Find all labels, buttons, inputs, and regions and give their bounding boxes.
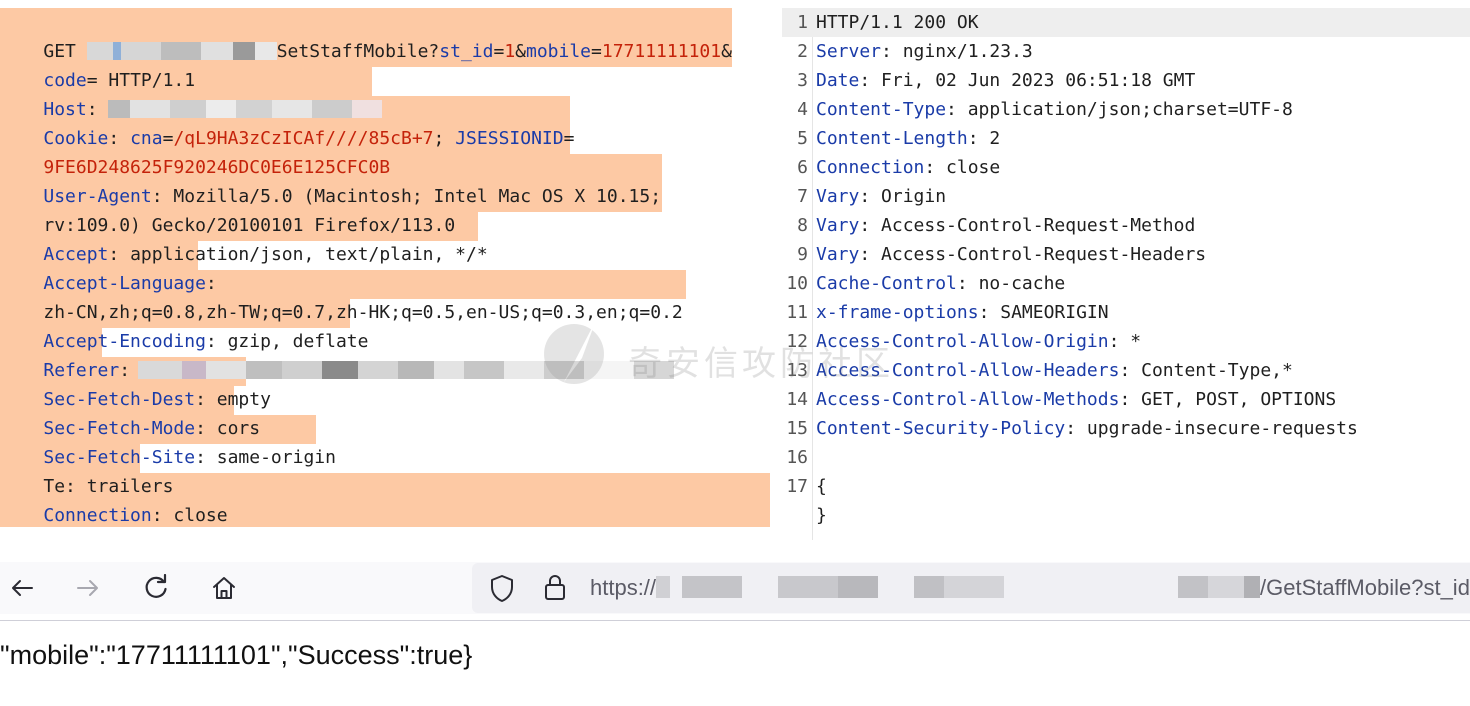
url-scheme: https:// [590,575,657,600]
line-number: 1 [797,12,808,33]
response-line: 4 Content-Type: application/json;charset=… [782,95,1293,124]
header-te: Te: trailers [43,476,174,497]
reload-button[interactable] [138,570,174,606]
response-line: 7 Vary: Origin [782,182,946,211]
header-sec-fetch-mode: Sec-Fetch-Mode: cors [43,418,261,439]
line-number: 16 [786,447,808,468]
header-user-agent: User-Agent: Mozilla/5.0 (Macintosh; Inte… [43,186,662,207]
line-number: 5 [797,128,808,149]
shield-icon[interactable] [488,573,516,603]
response-line: 5 Content-Length: 2 [782,124,1000,153]
query-key-mobile: mobile [526,41,592,62]
forward-button[interactable] [70,570,106,606]
request-pane: GET SetStaffMobile?st_id=1&mobile=177111… [0,8,780,528]
query-value-mobile: 17711111101 [601,41,722,62]
line-number: 6 [797,157,808,178]
query-value-st-id: 1 [504,41,516,62]
url-text[interactable]: https:// [590,575,1005,601]
page-response-body: "mobile":"17711111101","Success":true} [0,640,473,670]
response-line: 3 Date: Fri, 02 Jun 2023 06:51:18 GMT [782,66,1195,95]
home-button[interactable] [206,570,242,606]
response-line: 13 Access-Control-Allow-Headers: Content-… [782,356,1293,385]
lock-icon[interactable] [542,572,568,602]
toolbar-divider [0,620,1470,621]
line-number: 11 [786,302,808,323]
line-number: 15 [786,418,808,439]
back-arrow-icon [12,580,33,596]
response-line: 14 Access-Control-Allow-Methods: GET, POS… [782,385,1336,414]
response-line: 11 x-frame-options: SAMEORIGIN [782,298,1108,327]
redacted-url [1178,576,1208,598]
header-cookie-cont: 9FE6D248625F920246DC0E6E125CFC0B [0,124,390,178]
line-number: 10 [786,273,808,294]
line-number: 2 [797,41,808,62]
response-line: } [816,505,827,526]
request-line-cont: code= HTTP/1.1 [43,70,196,91]
header-sec-fetch-dest: Sec-Fetch-Dest: empty [43,389,271,410]
line-number: 7 [797,186,808,207]
cookie-key-jsessionid: JSESSIONID [455,128,564,149]
url-bar[interactable]: https:// /GetStaffMobile?st_id=1 [472,563,1470,613]
query-key-st-id: st_id [439,41,494,62]
response-line: 2 Server: nginx/1.23.3 [782,37,1033,66]
header-host: Host: [0,66,383,120]
line-number: 8 [797,215,808,236]
header-sec-fetch-site: Sec-Fetch-Site: same-origin [43,447,336,468]
response-line: 8 Vary: Access-Control-Request-Method [782,211,1195,240]
line-number: 17 [786,476,808,497]
response-line: 10 Cache-Control: no-cache [782,269,1065,298]
response-pane: 1 HTTP/1.1 200 OK 2 Server: nginx/1.23.3 3… [782,8,1470,542]
line-number: 13 [786,360,808,381]
response-line: 15 Content-Security-Policy: upgrade-insec… [782,414,1358,443]
response-line: 1 HTTP/1.1 200 OK [782,8,1470,37]
response-line: 6 Connection: close [782,153,1000,182]
header-connection: Connection: close [43,505,228,526]
header-referer: Referer: [0,327,675,381]
header-accept-language: Accept-Language: [43,273,217,294]
url-path: /GetStaffMobile?st_id=1 [1260,575,1470,600]
back-button[interactable] [4,570,40,606]
url-tail[interactable]: /GetStaffMobile?st_id=1 [1178,575,1470,601]
line-number: 9 [797,244,808,265]
response-line: 16 [782,443,816,472]
header-accept-encoding: Accept-Encoding: gzip, deflate [43,331,369,352]
line-number: 14 [786,389,808,410]
home-icon [213,577,235,599]
header-user-agent-cont: rv:109.0) Gecko/20100101 Firefox/113.0 [43,215,456,236]
line-number: 12 [786,331,808,352]
header-cookie: Cookie: cna=/qL9HA3zCzICAf////85cB+7; JS… [43,128,575,149]
response-line: 12 Access-Control-Allow-Origin: * [782,327,1141,356]
line-number: 3 [797,70,808,91]
response-line: 9 Vary: Access-Control-Request-Headers [782,240,1206,269]
header-accept-language-cont: zh-CN,zh;q=0.8,zh-TW;q=0.7,zh-HK;q=0.5,e… [43,302,683,323]
request-path: SetStaffMobile? [276,41,440,62]
redacted-url [656,576,671,598]
header-accept: Accept: application/json, text/plain, */… [43,244,488,265]
forward-arrow-icon [77,580,98,596]
line-number: 4 [797,99,808,120]
response-line: 17{ [782,472,827,501]
reload-icon [145,574,167,598]
request-line: GET SetStaffMobile?st_id=1&mobile=177111… [43,41,732,62]
header-key: Connection [43,505,152,526]
